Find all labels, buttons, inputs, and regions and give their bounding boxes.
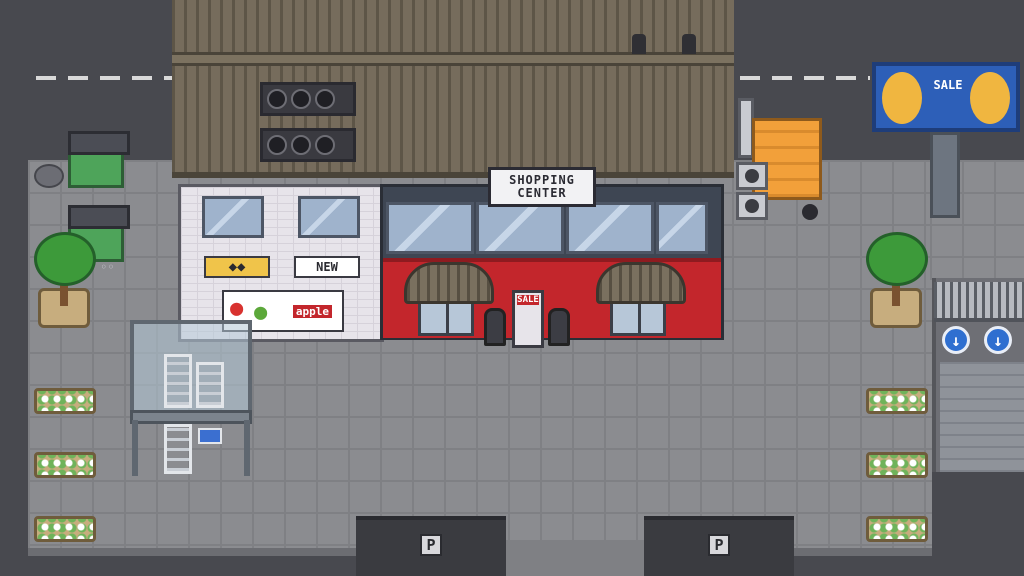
trash-bin[interactable] (484, 308, 506, 346)
dumpster[interactable] (68, 131, 130, 188)
cat-poster: ◆◆ (204, 256, 270, 278)
shopping-cart-stack[interactable] (196, 362, 224, 408)
entrance-awning-right (596, 262, 686, 304)
fan-icon (315, 89, 335, 109)
billboard-post (930, 132, 960, 218)
billboard: SALE (872, 62, 1020, 132)
flower-bed (34, 388, 96, 414)
storefront-window (656, 202, 708, 254)
fan-icon (291, 135, 311, 155)
apple-icon: ● (254, 300, 268, 325)
trash-bin[interactable] (548, 308, 570, 346)
cart-shelter-frame (130, 410, 252, 424)
roof-fan-bank (260, 82, 356, 116)
fan-icon (315, 135, 335, 155)
road-lane-marking (740, 76, 870, 80)
litter-cans: ◦◦ (100, 260, 115, 274)
shopping-cart-stack[interactable] (164, 354, 192, 408)
parking-divider (506, 540, 644, 576)
storefront-window (476, 202, 564, 254)
parking-sign: P (420, 534, 442, 556)
new-poster: NEW (294, 256, 360, 278)
down-arrow-icon: ↓ (984, 326, 1012, 354)
sale-stand-label: SALE (517, 295, 539, 305)
shopping-cart[interactable] (164, 424, 192, 474)
game-scene: SHOPPING CENTER SALE ◆◆ NEW ● ● apple ◦◦ (0, 0, 1024, 576)
truck-wheel (802, 204, 818, 220)
road-lane-marking (36, 76, 172, 80)
billboard-product-right (970, 72, 1010, 124)
down-arrow-icon: ↓ (942, 326, 970, 354)
shelter-post (244, 420, 250, 476)
tree-crown (34, 232, 96, 286)
billboard-sale-label: SALE (933, 78, 963, 92)
ac-unit (736, 192, 768, 220)
flower-bed (866, 516, 928, 542)
roof-ledge (172, 52, 734, 66)
garage-ramp[interactable] (940, 362, 1024, 472)
entrance-awning-left (404, 262, 494, 304)
apple-poster-label: apple (292, 304, 332, 318)
ac-unit (736, 162, 768, 190)
storefront-window (386, 202, 474, 254)
roof-pipe (632, 34, 646, 54)
shelter-post (132, 420, 138, 476)
cat-icon: ◆◆ (228, 259, 246, 275)
roof-fan-bank (260, 128, 356, 162)
fan-icon (267, 89, 287, 109)
flower-bed (866, 452, 928, 478)
storefront-window (566, 202, 654, 254)
upper-window (202, 196, 264, 238)
dumpster-lid (68, 205, 130, 229)
flower-bed (34, 452, 96, 478)
store-roof (172, 0, 734, 178)
shopping-center-sign: SHOPPING CENTER (488, 167, 596, 207)
apple-icon: ● (230, 296, 244, 321)
flower-bed (866, 388, 928, 414)
parking-sign: P (708, 534, 730, 556)
fan-icon (267, 135, 287, 155)
dumpster-lid (68, 131, 130, 155)
roof-pipe (682, 34, 696, 54)
billboard-product-left (882, 72, 922, 124)
flower-bed (34, 516, 96, 542)
fan-icon (291, 89, 311, 109)
sign-line-2: CENTER (517, 186, 567, 200)
shopping-basket[interactable] (198, 428, 222, 444)
sale-stand[interactable]: SALE (512, 290, 544, 348)
trash-bag-pile (34, 164, 64, 188)
upper-window (298, 196, 360, 238)
new-poster-label: NEW (316, 260, 338, 274)
tree-crown (866, 232, 928, 286)
garage-gate (934, 282, 1024, 322)
